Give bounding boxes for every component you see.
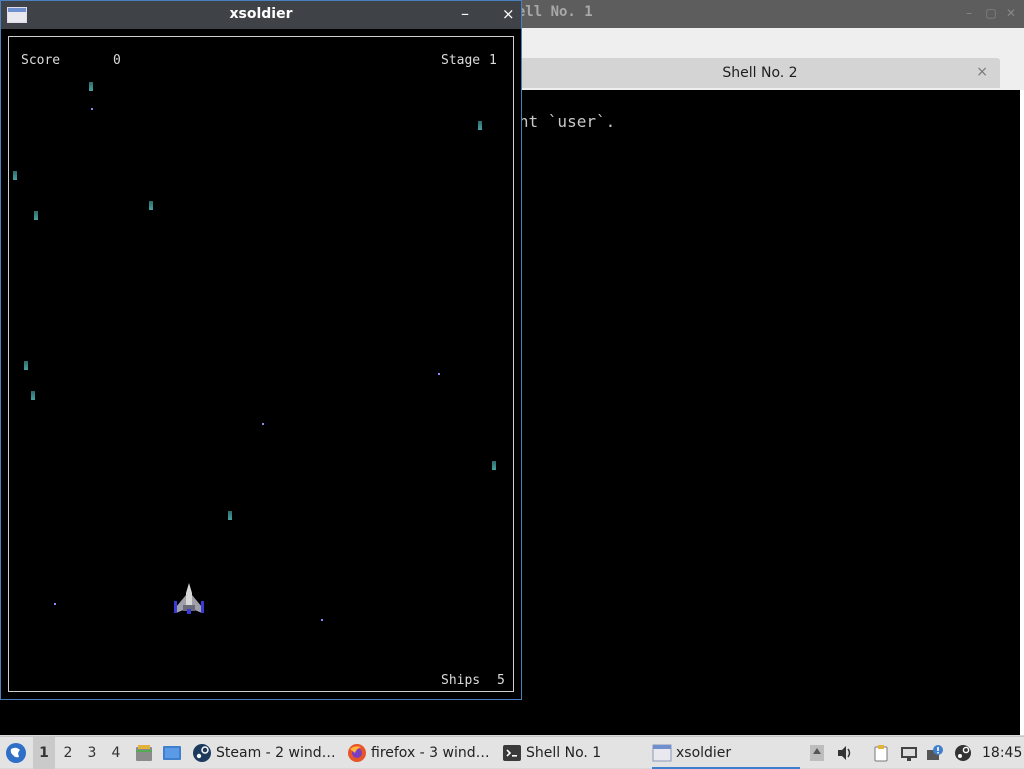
minimize-icon[interactable]: – <box>962 6 976 20</box>
maximize-icon[interactable]: ▢ <box>984 6 998 20</box>
task-firefox[interactable]: firefox - 3 wind… <box>347 739 493 767</box>
player-ship-icon <box>174 583 204 614</box>
xsoldier-window[interactable]: xsoldier – × Score 0 Stage 1 Ships 5 <box>0 0 522 700</box>
clock[interactable]: 18:45 <box>982 737 1022 769</box>
tab-shell-2[interactable]: Shell No. 2 × <box>520 58 1000 88</box>
terminal-icon <box>503 745 521 761</box>
ships-label: Ships <box>441 673 481 688</box>
task-shell[interactable]: Shell No. 1 <box>502 739 642 767</box>
enemy <box>13 171 17 180</box>
stage-value: 1 <box>489 53 497 68</box>
ships-value: 5 <box>497 673 505 688</box>
taskbar: 1 2 3 4 Steam - 2 wind… firefox - 3 wind… <box>0 736 1024 769</box>
enemy <box>478 121 482 130</box>
file-manager-icon[interactable] <box>134 743 154 763</box>
window-title: xsoldier <box>229 6 293 22</box>
workspace-1[interactable]: 1 <box>33 737 55 769</box>
star <box>91 108 93 110</box>
app-menu-icon[interactable] <box>5 742 27 764</box>
network-icon[interactable] <box>900 744 918 762</box>
tab-close-icon[interactable]: × <box>976 64 988 80</box>
score-label: Score <box>21 53 61 68</box>
desktop-icon[interactable] <box>162 743 182 763</box>
close-icon[interactable]: ✕ <box>1004 6 1018 20</box>
xsoldier-titlebar[interactable]: xsoldier – × <box>1 1 521 29</box>
star <box>54 603 56 605</box>
star <box>321 619 323 621</box>
stage-label: Stage <box>441 53 481 68</box>
workspace-2[interactable]: 2 <box>57 737 79 769</box>
enemy <box>228 511 232 520</box>
window-icon <box>652 744 672 762</box>
task-xsoldier[interactable]: xsoldier <box>652 739 800 769</box>
steam-icon <box>193 744 211 762</box>
minimize-button[interactable]: – <box>461 4 469 23</box>
firefox-icon <box>348 744 366 762</box>
task-steam[interactable]: Steam - 2 wind… <box>192 739 338 767</box>
volume-icon[interactable] <box>836 744 854 762</box>
score-value: 0 <box>113 53 121 68</box>
task-label: Shell No. 1 <box>526 745 602 761</box>
tab-label: Shell No. 2 <box>722 65 798 81</box>
workspace-3[interactable]: 3 <box>81 737 103 769</box>
tray-arrow-icon[interactable] <box>808 744 826 762</box>
enemy <box>492 461 496 470</box>
enemy <box>89 82 93 91</box>
workspace-4[interactable]: 4 <box>105 737 127 769</box>
star <box>262 423 264 425</box>
task-label: Steam - 2 wind… <box>216 745 336 761</box>
task-label: xsoldier <box>676 745 732 761</box>
update-notification-icon[interactable] <box>926 744 944 762</box>
enemy <box>31 391 35 400</box>
task-label: firefox - 3 wind… <box>371 745 490 761</box>
enemy <box>34 211 38 220</box>
game-canvas[interactable]: Score 0 Stage 1 Ships 5 <box>8 36 514 692</box>
steam-tray-icon[interactable] <box>954 744 972 762</box>
enemy <box>24 361 28 370</box>
enemy <box>149 201 153 210</box>
star <box>438 373 440 375</box>
clipboard-icon[interactable] <box>872 744 890 762</box>
close-button[interactable]: × <box>502 5 515 23</box>
